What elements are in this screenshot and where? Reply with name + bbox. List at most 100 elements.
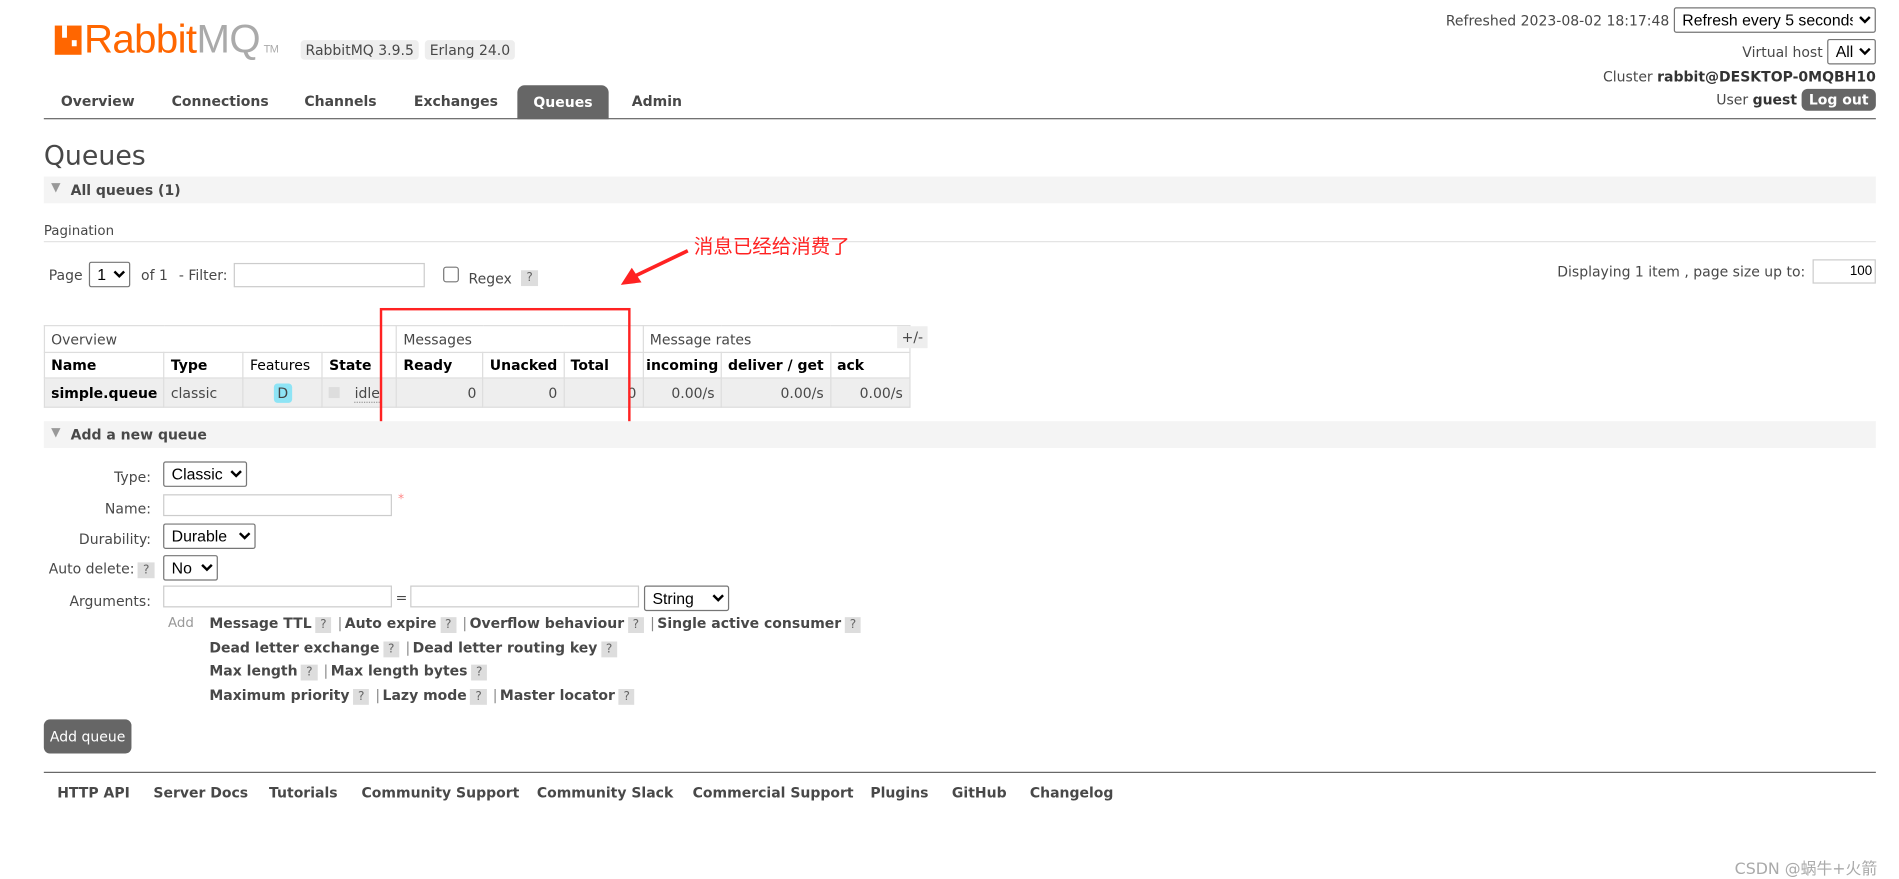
col-type[interactable]: Type xyxy=(163,351,244,379)
all-queues-section-toggle[interactable]: ▼ All queues (1) xyxy=(43,176,1876,204)
argument-shortcut-link[interactable]: Lazy mode xyxy=(383,687,467,704)
argument-value-input[interactable] xyxy=(410,585,640,608)
add-queue-section-toggle[interactable]: ▼ Add a new queue xyxy=(43,421,1876,448)
footer-link[interactable]: HTTP API xyxy=(57,784,130,801)
tab-connections[interactable]: Connections xyxy=(172,93,269,110)
logout-button[interactable]: Log out xyxy=(1801,88,1876,111)
page-size-row: Displaying 1 item , page size up to: xyxy=(1557,259,1876,284)
col-name[interactable]: Name xyxy=(43,351,165,379)
filter-label: - Filter: xyxy=(178,265,228,284)
page-of: of 1 xyxy=(141,265,168,284)
col-deliver-get[interactable]: deliver / get xyxy=(720,351,831,379)
argument-shortcut-link[interactable]: Message TTL xyxy=(209,615,311,632)
tab-admin[interactable]: Admin xyxy=(632,93,682,110)
filter-input[interactable] xyxy=(233,262,425,287)
durability-select[interactable]: Durable xyxy=(163,523,256,550)
section-title: Add a new queue xyxy=(70,426,207,444)
autodelete-select[interactable]: No xyxy=(163,555,218,581)
user-label: User xyxy=(1716,91,1749,109)
footer-link[interactable]: GitHub xyxy=(952,784,1007,801)
separator: | xyxy=(462,614,468,632)
argument-shortcuts-line: Maximum priority? | Lazy mode? | Master loca… xyxy=(209,687,638,705)
footer-link[interactable]: Community Support xyxy=(362,784,520,801)
cluster-label: Cluster xyxy=(1602,68,1653,86)
durability-label: Durability: xyxy=(78,530,151,548)
footer-link[interactable]: Tutorials xyxy=(269,784,338,801)
footer-link[interactable]: Commercial Support xyxy=(693,784,854,801)
section-title: All queues (1) xyxy=(70,181,181,199)
refresh-select[interactable]: Refresh every 5 seconds xyxy=(1673,7,1876,33)
footer-link[interactable]: Server Docs xyxy=(153,784,248,801)
queue-name-link[interactable]: simple.queue xyxy=(43,377,165,408)
argument-shortcut-link[interactable]: Auto expire xyxy=(345,615,437,632)
argument-help-button[interactable]: ? xyxy=(315,617,332,633)
argument-shortcut-link[interactable]: Overflow behaviour xyxy=(470,615,625,632)
footer-link[interactable]: Changelog xyxy=(1030,784,1114,801)
footer-link[interactable]: Community Slack xyxy=(537,784,673,801)
col-ack[interactable]: ack xyxy=(829,351,911,379)
queue-state: idle xyxy=(354,384,380,403)
page-select[interactable]: 1 xyxy=(88,261,131,288)
footer-divider xyxy=(43,771,1876,773)
footer-link[interactable]: Plugins xyxy=(870,784,928,801)
col-incoming[interactable]: incoming xyxy=(642,351,722,379)
argument-shortcuts-line: Max length? | Max length bytes? xyxy=(209,662,491,681)
argument-type-select[interactable]: String xyxy=(643,585,730,612)
argument-shortcut-link[interactable]: Master locator xyxy=(500,687,615,704)
argument-help-button[interactable]: ? xyxy=(440,617,457,633)
argument-help-button[interactable]: ? xyxy=(383,641,400,658)
autodelete-help-button[interactable]: ? xyxy=(138,562,155,579)
tab-overview[interactable]: Overview xyxy=(61,93,135,110)
add-queue-button[interactable]: Add queue xyxy=(43,719,132,754)
vhost-label: Virtual host xyxy=(1742,43,1823,61)
separator: | xyxy=(375,686,381,704)
separator: | xyxy=(337,614,343,632)
queue-type: classic xyxy=(163,377,244,408)
argument-help-button[interactable]: ? xyxy=(601,641,618,658)
argument-key-input[interactable] xyxy=(163,585,392,608)
argument-help-button[interactable]: ? xyxy=(353,688,370,705)
argument-help-button[interactable]: ? xyxy=(301,664,318,681)
argument-help-button[interactable]: ? xyxy=(618,688,635,705)
durable-feature-badge: D xyxy=(273,382,292,403)
argument-help-button[interactable]: ? xyxy=(471,664,488,681)
column-toggle-button[interactable]: +/- xyxy=(897,326,928,349)
version-badge: RabbitMQ 3.9.5 xyxy=(300,40,419,60)
argument-shortcut-link[interactable]: Single active consumer xyxy=(657,615,841,632)
required-marker: * xyxy=(398,493,405,507)
pagination-label: Pagination xyxy=(43,222,115,239)
annotation-highlight-box xyxy=(379,307,631,429)
page-size-input[interactable] xyxy=(1812,259,1876,284)
argument-shortcut-link[interactable]: Dead letter routing key xyxy=(413,639,598,656)
queue-name-input[interactable] xyxy=(163,494,392,517)
cluster-name: rabbit@DESKTOP-0MQBH10 xyxy=(1657,68,1876,86)
pagination-row: Page 1 of 1 - Filter: Regex ? xyxy=(48,261,542,288)
regex-checkbox[interactable] xyxy=(442,266,459,283)
page-label: Page xyxy=(48,265,83,284)
tab-channels[interactable]: Channels xyxy=(304,93,376,110)
argument-help-button[interactable]: ? xyxy=(470,688,487,705)
tab-exchanges[interactable]: Exchanges xyxy=(414,93,498,110)
autodelete-label-row: Auto delete:? xyxy=(49,560,158,579)
page-title: Queues xyxy=(43,141,146,172)
separator: | xyxy=(323,662,329,680)
group-overview: Overview xyxy=(43,325,398,354)
triangle-down-icon: ▼ xyxy=(51,181,61,195)
refreshed-text: Refreshed 2023-08-02 18:17:48 xyxy=(1445,12,1670,30)
argument-shortcut-link[interactable]: Maximum priority xyxy=(209,687,349,704)
argument-shortcuts-line: Message TTL? | Auto expire? | Overflow behav… xyxy=(209,615,864,633)
regex-help-button[interactable]: ? xyxy=(521,270,538,287)
separator: | xyxy=(650,614,655,632)
argument-shortcut-link[interactable]: Max length xyxy=(209,662,297,679)
argument-help-button[interactable]: ? xyxy=(844,617,862,633)
arguments-label: Arguments: xyxy=(69,592,151,610)
triangle-down-icon: ▼ xyxy=(51,426,61,440)
tab-queues[interactable]: Queues xyxy=(517,85,609,120)
regex-label: Regex xyxy=(468,269,512,287)
argument-shortcut-link[interactable]: Dead letter exchange xyxy=(209,639,379,656)
argument-shortcut-link[interactable]: Max length bytes xyxy=(331,662,468,679)
type-select[interactable]: Classic xyxy=(163,461,248,487)
argument-help-button[interactable]: ? xyxy=(627,617,645,633)
vhost-select[interactable]: All xyxy=(1827,38,1876,65)
rabbitmq-logo: RabbitMQ TM xyxy=(54,16,279,71)
